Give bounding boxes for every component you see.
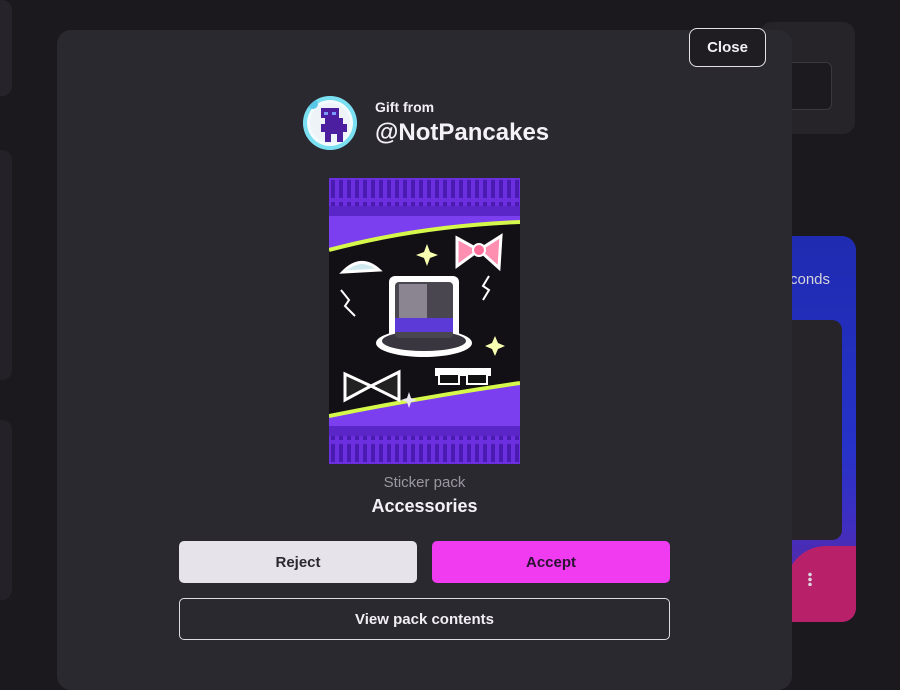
view-pack-contents-button[interactable]: View pack contents — [179, 598, 670, 640]
more-options-icon — [808, 572, 812, 586]
background-card-decoration — [786, 546, 856, 622]
accept-button[interactable]: Accept — [432, 541, 670, 583]
sticker-pack-image — [328, 178, 521, 464]
top-hat-sticker — [376, 276, 472, 357]
background-seconds-text: conds — [790, 271, 831, 288]
gift-from-label: Gift from — [375, 99, 435, 115]
reject-button[interactable]: Reject — [179, 541, 417, 583]
pack-name: Accessories — [371, 496, 478, 516]
gift-modal: Close Gift from @NotPancakes Sticker pac… — [57, 28, 792, 690]
background-panel — [0, 150, 12, 380]
avatar-character-icon — [303, 96, 357, 150]
sender-username: @NotPancakes — [375, 119, 550, 146]
pack-type-label: Sticker pack — [383, 474, 466, 491]
background-panel — [0, 420, 12, 600]
background-panel — [0, 0, 12, 96]
close-button[interactable]: Close — [689, 28, 766, 67]
avatar — [303, 96, 357, 150]
